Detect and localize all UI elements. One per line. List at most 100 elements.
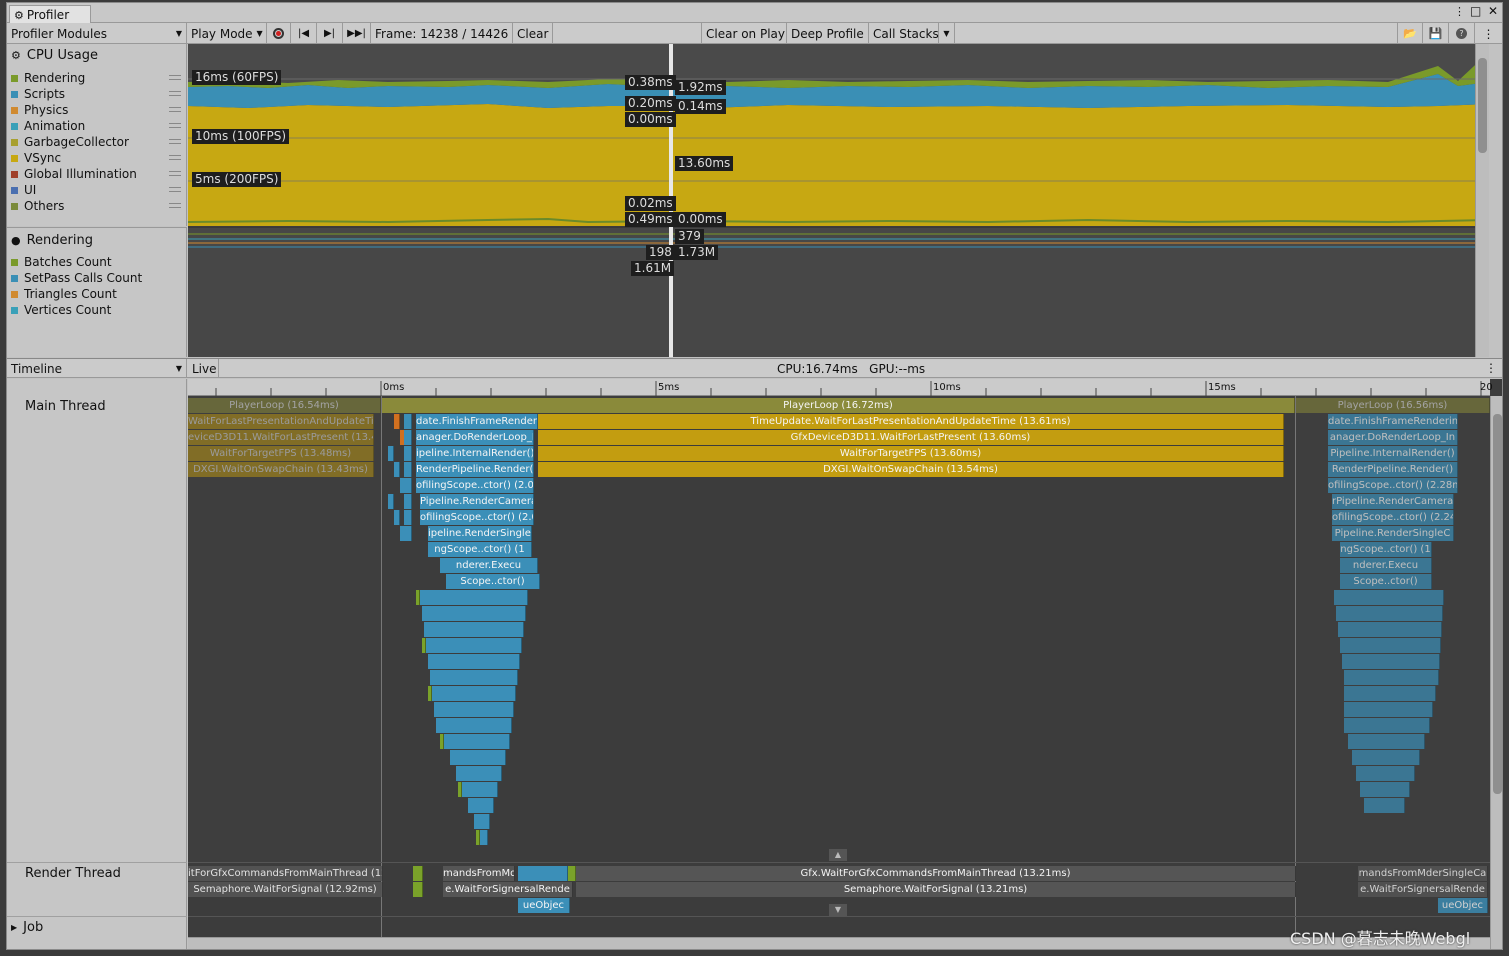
view-type-dropdown[interactable]: Timeline ▼ — [7, 359, 187, 378]
deep-stack-sample[interactable] — [1338, 622, 1442, 637]
rendering-module-panel[interactable]: ● Rendering Batches Count SetPass Calls C… — [7, 227, 187, 357]
maximize-icon[interactable]: □ — [1470, 4, 1481, 18]
render-stack-sample[interactable]: ngScope..ctor() (1 — [1340, 542, 1432, 557]
timeline-scrollbar[interactable] — [1490, 396, 1502, 949]
profiler-tab[interactable]: ⚙ Profiler — [9, 5, 91, 24]
job-group[interactable]: ▶ Job — [11, 920, 43, 935]
render-stack-sample[interactable]: anager.DoRenderLoop_In — [1328, 430, 1458, 445]
marker-sample[interactable] — [404, 510, 412, 525]
record-button[interactable] — [267, 23, 291, 44]
render-thread-sample[interactable]: e.WaitForSignersalRende — [443, 882, 573, 897]
drag-handle-icon[interactable] — [169, 171, 181, 176]
rendering-legend-item[interactable]: Triangles Count — [11, 286, 117, 302]
close-icon[interactable]: ✕ — [1488, 4, 1498, 18]
render-stack-sample[interactable]: ngScope..ctor() (1 — [428, 542, 532, 557]
deep-stack-sample[interactable] — [1344, 670, 1439, 685]
deep-stack-sample[interactable] — [430, 670, 518, 685]
more-options-icon[interactable]: ⋮ — [1454, 5, 1465, 18]
previous-frame-button[interactable]: |◀ — [291, 23, 317, 44]
save-button[interactable]: 💾 — [1423, 23, 1449, 44]
render-thread-sample[interactable]: mandsFromMderSingleCa — [1358, 866, 1488, 881]
timeline-sample[interactable]: GfxDeviceD3D11.WaitForLastPresent (13.60… — [538, 430, 1284, 445]
render-stack-sample[interactable]: ofilingScope..ctor() (2.28m — [1328, 478, 1458, 493]
playerloop-sample[interactable]: PlayerLoop (16.56ms) — [1296, 398, 1490, 413]
marker-sample[interactable] — [394, 414, 400, 429]
cpu-legend-item[interactable]: Animation — [11, 118, 85, 134]
timeline-sample[interactable]: WaitForLastPresentationAndUpdateTi — [188, 414, 374, 429]
render-thread-sample[interactable]: ueObjec — [518, 898, 570, 913]
profiler-modules-dropdown[interactable]: Profiler Modules ▼ — [7, 23, 187, 44]
deep-stack-sample[interactable] — [444, 734, 510, 749]
clear-on-play-toggle[interactable]: Clear on Play — [701, 23, 787, 44]
render-stack-sample[interactable]: ofilingScope..ctor() (2.05r — [420, 510, 534, 525]
deep-stack-sample[interactable] — [456, 766, 502, 781]
deep-stack-sample[interactable] — [428, 654, 520, 669]
cpu-legend-item[interactable]: VSync — [11, 150, 61, 166]
render-stack-sample[interactable]: rPipeline.RenderCamera — [1332, 494, 1454, 509]
timeline-sample[interactable]: DXGI.WaitOnSwapChain (13.54ms) — [538, 462, 1284, 477]
marker-sample[interactable] — [404, 462, 412, 477]
clear-button[interactable]: Clear — [513, 23, 553, 44]
render-thread-sample[interactable] — [413, 882, 423, 897]
cpu-legend-item[interactable]: GarbageCollector — [11, 134, 129, 150]
deep-stack-sample[interactable] — [420, 590, 528, 605]
marker-sample[interactable] — [404, 414, 412, 429]
rendering-legend-item[interactable]: Vertices Count — [11, 302, 111, 318]
marker-sample[interactable] — [404, 430, 412, 445]
cpu-legend-item[interactable]: Rendering — [11, 70, 85, 86]
deep-stack-sample[interactable] — [1348, 734, 1425, 749]
render-stack-sample[interactable]: Scope..ctor() — [446, 574, 540, 589]
deep-stack-sample[interactable] — [476, 830, 480, 845]
current-frame-button[interactable]: ▶▶| — [343, 23, 371, 44]
render-stack-sample[interactable]: Pipeline.InternalRender() — [1328, 446, 1458, 461]
deep-stack-sample[interactable] — [1340, 638, 1441, 653]
play-mode-dropdown[interactable]: Play Mode ▼ — [187, 23, 267, 44]
drag-handle-icon[interactable] — [169, 123, 181, 128]
render-stack-sample[interactable]: ipeline.InternalRender() — [416, 446, 534, 461]
cpu-usage-chart[interactable] — [188, 44, 1489, 357]
marker-sample[interactable] — [404, 494, 412, 509]
deep-stack-sample[interactable] — [440, 734, 444, 749]
drag-handle-icon[interactable] — [169, 203, 181, 208]
render-stack-sample[interactable]: nderer.Execu — [1340, 558, 1432, 573]
render-stack-sample[interactable]: Pipeline.RenderCamera — [420, 494, 534, 509]
collapse-down-button[interactable]: ▼ — [829, 904, 847, 916]
live-toggle[interactable]: Live — [188, 359, 219, 378]
render-stack-sample[interactable]: ofilingScope..ctor() (2.24m — [1332, 510, 1454, 525]
timeline-sample[interactable]: WaitForTargetFPS (13.60ms) — [538, 446, 1284, 461]
render-thread-sample[interactable] — [518, 866, 568, 881]
deep-stack-sample[interactable] — [1360, 782, 1410, 797]
deep-stack-sample[interactable] — [1342, 654, 1440, 669]
deep-stack-sample[interactable] — [434, 702, 514, 717]
render-stack-sample[interactable]: ofilingScope..ctor() (2.09r — [416, 478, 534, 493]
render-stack-sample[interactable]: Pipeline.RenderSingleC — [1332, 526, 1454, 541]
deep-stack-sample[interactable] — [416, 590, 420, 605]
deep-stack-sample[interactable] — [426, 638, 522, 653]
deep-stack-sample[interactable] — [462, 782, 498, 797]
drag-handle-icon[interactable] — [169, 91, 181, 96]
collapse-up-button[interactable]: ▲ — [829, 849, 847, 861]
playerloop-sample[interactable]: PlayerLoop (16.54ms) — [188, 398, 381, 413]
marker-sample[interactable] — [404, 446, 412, 461]
cpu-legend-item[interactable]: Scripts — [11, 86, 65, 102]
chart-scrollbar-thumb[interactable] — [1478, 58, 1487, 153]
deep-stack-sample[interactable] — [474, 814, 490, 829]
cpu-legend-item[interactable]: Global Illumination — [11, 166, 137, 182]
render-thread-sample[interactable]: e.WaitForSignersalRende — [1358, 882, 1488, 897]
deep-stack-sample[interactable] — [1356, 766, 1415, 781]
marker-sample[interactable] — [388, 446, 394, 461]
call-stacks-toggle[interactable]: Call Stacks — [869, 23, 939, 44]
render-stack-sample[interactable]: date.FinishFrameRenderin — [1328, 414, 1458, 429]
deep-stack-sample[interactable] — [1352, 750, 1420, 765]
deep-stack-sample[interactable] — [1364, 798, 1405, 813]
deep-stack-sample[interactable] — [1344, 718, 1430, 733]
timeline-sample[interactable]: eviceD3D11.WaitForLastPresent (13.4 — [188, 430, 374, 445]
cpu-module-panel[interactable]: ⚙ CPU Usage Rendering Scripts Physics Anima… — [7, 44, 187, 226]
deep-stack-sample[interactable] — [480, 830, 488, 845]
deep-stack-sample[interactable] — [436, 718, 512, 733]
render-thread-sample[interactable]: mandsFromMderSingleCa — [443, 866, 515, 881]
drag-handle-icon[interactable] — [169, 155, 181, 160]
render-thread-sample[interactable]: Semaphore.WaitForSignal (12.92ms) — [188, 882, 383, 897]
deep-stack-sample[interactable] — [432, 686, 516, 701]
load-button[interactable]: 📂 — [1397, 23, 1423, 44]
